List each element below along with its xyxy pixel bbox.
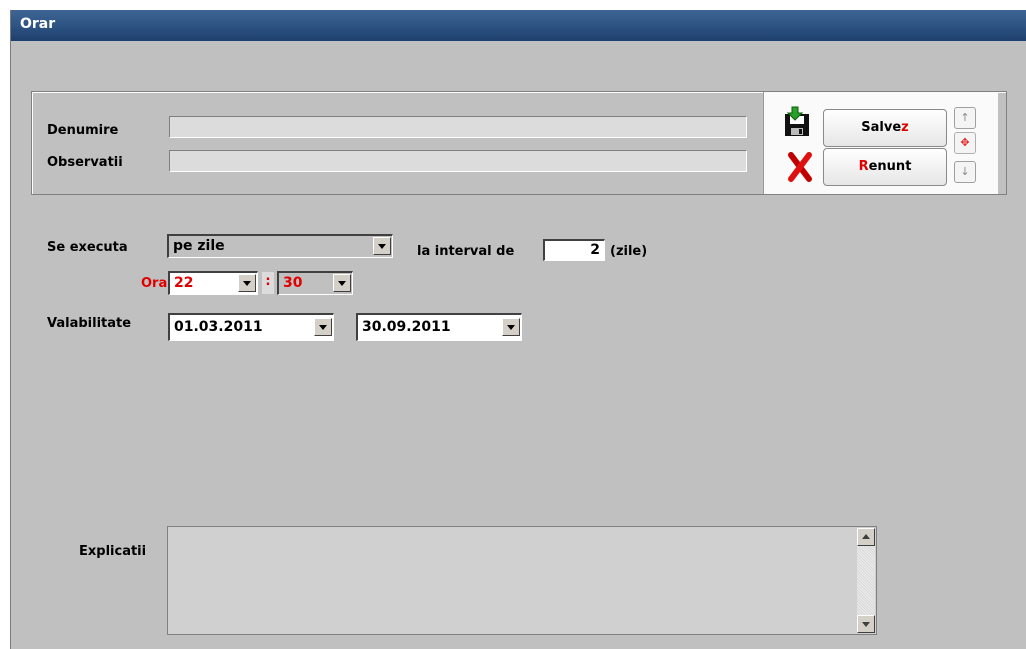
- ora-label: Ora: [141, 276, 168, 291]
- hour-select[interactable]: 22: [168, 271, 258, 295]
- se-executa-label: Se executa: [47, 240, 128, 255]
- date-to-select[interactable]: 30.09.2011: [356, 313, 522, 341]
- explicatii-label: Explicatii: [79, 544, 147, 559]
- chevron-down-icon[interactable]: [502, 318, 520, 336]
- interval-input[interactable]: 2: [543, 239, 605, 261]
- scrollbar[interactable]: [857, 528, 875, 633]
- chevron-down-icon[interactable]: [314, 318, 332, 336]
- denumire-field[interactable]: [169, 116, 747, 138]
- title-bar[interactable]: Orar: [11, 10, 1026, 41]
- window-title: Orar: [20, 16, 56, 32]
- interval-unit: (zile): [610, 244, 648, 259]
- denumire-label: Denumire: [47, 123, 119, 138]
- time-separator: :: [262, 272, 274, 294]
- chevron-down-icon[interactable]: [333, 274, 351, 292]
- move-up-button[interactable]: ↑: [954, 107, 976, 129]
- date-from-select[interactable]: 01.03.2011: [168, 313, 334, 341]
- se-executa-select[interactable]: pe zile: [167, 234, 393, 258]
- center-button[interactable]: ✥: [954, 132, 976, 154]
- save-disk-icon[interactable]: [782, 106, 812, 138]
- move-cross-icon: ✥: [960, 136, 970, 149]
- scroll-up-icon[interactable]: [857, 528, 875, 546]
- observatii-label: Observatii: [47, 155, 123, 170]
- cancel-x-icon[interactable]: [787, 152, 813, 182]
- observatii-field[interactable]: [169, 150, 747, 172]
- orar-window: Orar Denumire Observatii Salvez Renunt ↑…: [10, 10, 1026, 649]
- explicatii-textarea[interactable]: [167, 526, 877, 635]
- scroll-down-icon[interactable]: [857, 615, 875, 633]
- move-down-button[interactable]: ↓: [954, 161, 976, 183]
- interval-label: la interval de: [417, 244, 515, 259]
- chevron-down-icon[interactable]: [238, 274, 256, 292]
- save-button[interactable]: Salvez: [823, 109, 947, 147]
- arrow-down-icon: ↓: [960, 165, 970, 178]
- minute-select[interactable]: 30: [277, 271, 353, 295]
- cancel-button[interactable]: Renunt: [823, 148, 947, 186]
- arrow-up-icon: ↑: [960, 111, 970, 124]
- valabilitate-label: Valabilitate: [47, 316, 132, 331]
- chevron-down-icon[interactable]: [373, 237, 391, 255]
